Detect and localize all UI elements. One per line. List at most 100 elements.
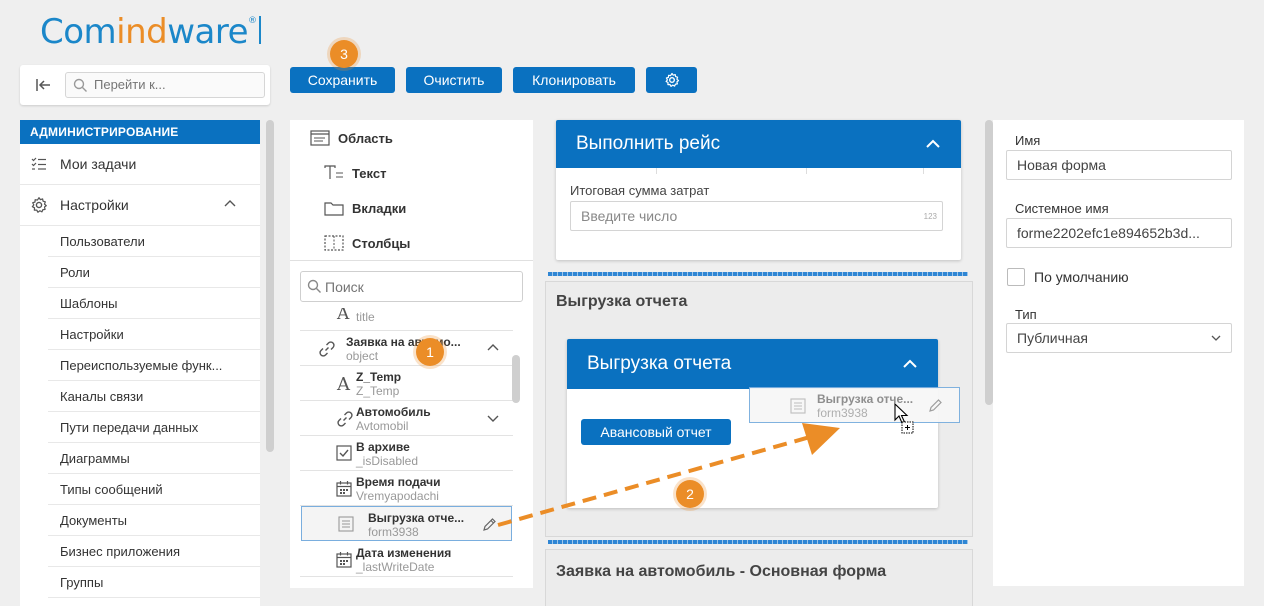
navigation-search-panel [20,65,270,105]
checkbox-icon [336,445,352,461]
sidebar-item-settings-sub[interactable]: Настройки [48,319,260,350]
palette-text[interactable]: Текст [324,165,386,181]
sidebar-item-roles[interactable]: Роли [48,257,260,288]
system-name-input[interactable]: forme2202efc1e894652b3d... [1006,218,1232,248]
card-title: Выполнить рейс [576,133,721,154]
sidebar-item-message-types[interactable]: Типы сообщений [48,474,260,505]
svg-text:A: A [336,308,350,322]
folder-icon [324,202,344,216]
palette-scrollbar[interactable] [512,355,520,403]
field-row-last-write-date[interactable]: Дата изменения _lastWriteDate [300,542,513,577]
drop-indicator [548,272,968,276]
sidebar-item-channels[interactable]: Каналы связи [48,381,260,412]
field-row-vremyapodachi[interactable]: Время подачи Vremyapodachi [300,471,513,506]
sidebar-item-business-apps[interactable]: Бизнес приложения [48,536,260,567]
palette-tabs[interactable]: Вкладки [324,200,406,216]
palette-columns[interactable]: Столбцы [324,235,410,251]
search-icon [73,78,87,92]
column-guide [923,168,924,174]
drag-copy-cursor-icon [894,403,914,434]
collapse-sidebar-icon[interactable] [34,76,52,94]
save-button[interactable]: Сохранить [290,67,395,93]
card-header[interactable]: Выполнить рейс [556,120,961,168]
type-label: Тип [1015,307,1037,322]
link-icon [337,411,353,427]
area-icon [310,130,330,146]
gear-icon [665,72,679,87]
step-badge-1: 1 [416,338,444,366]
zone-title: Заявка на автомобиль - Основная форма [556,563,887,580]
sidebar-item-documents[interactable]: Документы [48,505,260,536]
chevron-up-icon[interactable] [925,138,941,150]
properties-panel: Имя Новая форма Системное имя forme2202e… [993,120,1244,586]
sidebar-item-groups[interactable]: Группы [48,567,260,598]
sidebar-item-data-paths[interactable]: Пути передачи данных [48,412,260,443]
form-icon [790,398,806,414]
search-icon [307,279,321,293]
number-suffix: 123 [923,212,937,221]
comindware-logo: Comindware® [40,12,257,52]
goto-search-input[interactable] [94,77,259,92]
calendar-icon [336,552,352,568]
task-list-icon [31,157,46,170]
sidebar-item-my-tasks[interactable]: Мои задачи [20,144,260,185]
form-icon [338,516,354,532]
sidebar-item-diagrams[interactable]: Диаграммы [48,443,260,474]
field-search-input[interactable] [325,279,515,295]
palette-area[interactable]: Область [310,130,393,146]
default-label: По умолчанию [1034,269,1129,285]
type-select[interactable]: Публичная [1006,323,1232,353]
text-icon [324,165,343,179]
logo-separator [259,16,261,44]
default-checkbox[interactable] [1007,268,1025,286]
sidebar-header: АДМИНИСТРИРОВАНИЕ [20,120,260,144]
pencil-icon [929,399,942,412]
chevron-up-icon[interactable] [224,199,236,209]
clear-button[interactable]: Очистить [406,67,502,93]
field-row-is-disabled[interactable]: В архиве _isDisabled [300,436,513,471]
palette-divider [290,260,533,261]
drop-indicator [548,540,968,544]
system-name-label: Системное имя [1015,201,1109,216]
columns-icon [324,235,344,251]
chevron-down-icon [1211,335,1221,341]
sidebar-item-settings[interactable]: Настройки [20,185,260,226]
step-badge-2: 2 [676,480,704,508]
sidebar-item-reusable-functions[interactable]: Переиспользуемые функ... [48,350,260,381]
calendar-icon [336,481,352,497]
clone-button[interactable]: Клонировать [513,67,635,93]
sidebar-scrollbar[interactable] [266,120,274,452]
settings-button[interactable] [646,67,697,93]
field-row-form3938[interactable]: Выгрузка отче... form3938 [301,506,512,541]
card-header[interactable]: Выгрузка отчета [567,339,938,389]
field-row-title[interactable]: A title [300,308,513,331]
goto-search-field[interactable] [65,72,265,98]
column-guide [656,168,657,174]
canvas-scrollbar[interactable] [985,120,993,405]
total-cost-input[interactable]: Введите число 123 [570,201,943,231]
field-row-object[interactable]: Заявка на автомо... object [300,331,513,366]
total-cost-label: Итоговая сумма затрат [570,183,710,198]
field-search[interactable] [300,271,523,302]
field-row-avtomobil[interactable]: Автомобиль Avtomobil [300,401,513,436]
name-label: Имя [1015,133,1041,148]
zone-title: Выгрузка отчета [556,293,688,310]
svg-text:A: A [336,374,351,393]
form-card-run-trip[interactable]: Выполнить рейс Итоговая сумма затрат Вве… [556,120,961,260]
chevron-up-icon[interactable] [902,358,918,370]
text-field-icon: A [336,308,350,322]
sidebar-item-templates[interactable]: Шаблоны [48,288,260,319]
sidebar-item-users[interactable]: Пользователи [48,226,260,257]
name-input[interactable]: Новая форма [1006,150,1232,180]
chevron-up-icon[interactable] [487,343,499,353]
admin-sidebar: АДМИНИСТРИРОВАНИЕ Мои задачи Настройки П… [20,120,260,606]
column-guide [806,168,807,174]
text-field-icon: A [336,374,351,393]
card-title: Выгрузка отчета [587,353,732,374]
drag-arrow [497,423,840,527]
field-list: A title Заявка на автомо... object A Z_T… [300,308,513,588]
link-icon [319,341,335,357]
gear-icon [31,197,47,213]
field-row-z-temp[interactable]: A Z_Temp Z_Temp [300,366,513,401]
step-badge-3: 3 [330,40,358,68]
